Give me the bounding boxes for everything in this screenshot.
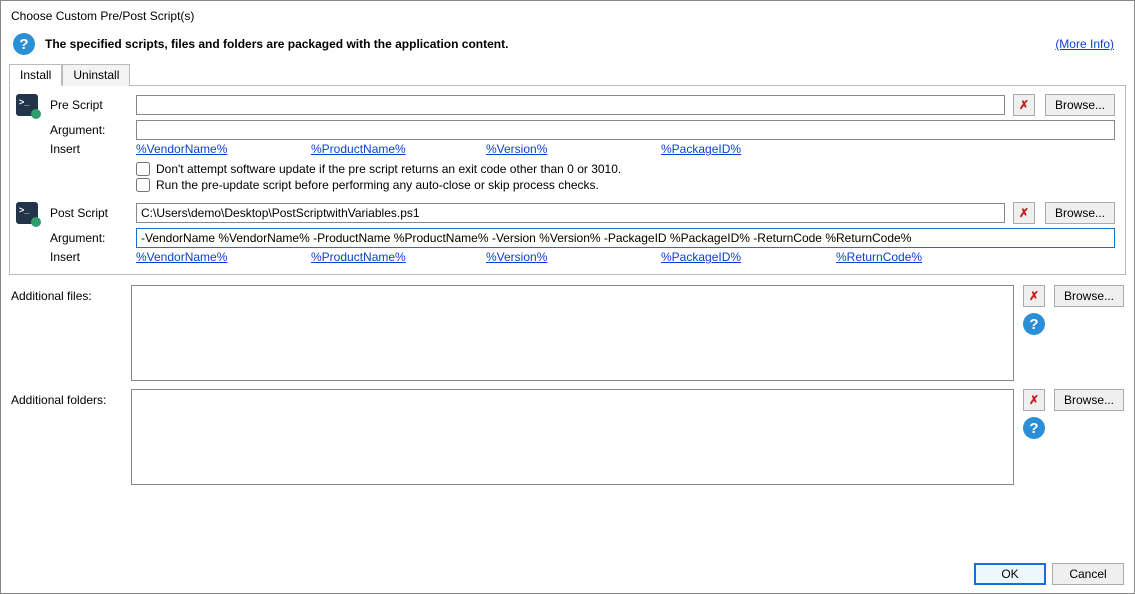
- delete-icon: ✗: [1029, 393, 1039, 407]
- post-insert-packageid[interactable]: %PackageID%: [661, 250, 836, 264]
- pre-check-runbefore-box[interactable]: [136, 178, 150, 192]
- additional-folders-clear-button[interactable]: ✗: [1023, 389, 1045, 411]
- pre-script-label: Pre Script: [50, 98, 128, 112]
- pre-script-browse-button[interactable]: Browse...: [1045, 94, 1115, 116]
- powershell-icon: [16, 202, 38, 224]
- delete-icon: ✗: [1019, 98, 1029, 112]
- pre-check-runbefore-label: Run the pre-update script before perform…: [156, 178, 599, 192]
- ok-button[interactable]: OK: [974, 563, 1046, 585]
- help-icon[interactable]: ?: [1023, 313, 1045, 335]
- additional-files-label: Additional files:: [11, 285, 123, 303]
- pre-check-exitcode-label: Don't attempt software update if the pre…: [156, 162, 621, 176]
- window-title: Choose Custom Pre/Post Script(s): [1, 1, 1134, 29]
- pre-argument-input[interactable]: [136, 120, 1115, 140]
- additional-files-input[interactable]: [131, 285, 1014, 381]
- post-insert-vendorname[interactable]: %VendorName%: [136, 250, 311, 264]
- pre-insert-productname[interactable]: %ProductName%: [311, 142, 486, 156]
- post-script-clear-button[interactable]: ✗: [1013, 202, 1035, 224]
- additional-files-browse-button[interactable]: Browse...: [1054, 285, 1124, 307]
- pre-script-clear-button[interactable]: ✗: [1013, 94, 1035, 116]
- pre-check-runbefore[interactable]: Run the pre-update script before perform…: [136, 178, 1115, 192]
- additional-folders-label: Additional folders:: [11, 389, 123, 407]
- pre-insert-label: Insert: [50, 142, 128, 156]
- post-insert-returncode[interactable]: %ReturnCode%: [836, 250, 1011, 264]
- install-panel: Pre Script ✗ Browse... Argument: Insert …: [9, 85, 1126, 275]
- info-icon: ?: [13, 33, 35, 55]
- tab-uninstall[interactable]: Uninstall: [62, 64, 130, 86]
- post-script-input[interactable]: [136, 203, 1005, 223]
- help-icon[interactable]: ?: [1023, 417, 1045, 439]
- post-insert-productname[interactable]: %ProductName%: [311, 250, 486, 264]
- info-text: The specified scripts, files and folders…: [45, 37, 1055, 51]
- powershell-icon: [16, 94, 38, 116]
- pre-insert-packageid[interactable]: %PackageID%: [661, 142, 836, 156]
- post-insert-version[interactable]: %Version%: [486, 250, 661, 264]
- cancel-button[interactable]: Cancel: [1052, 563, 1124, 585]
- delete-icon: ✗: [1019, 206, 1029, 220]
- post-insert-label: Insert: [50, 250, 128, 264]
- additional-folders-browse-button[interactable]: Browse...: [1054, 389, 1124, 411]
- post-argument-input[interactable]: [136, 228, 1115, 248]
- tab-install[interactable]: Install: [9, 64, 62, 86]
- more-info-link[interactable]: (More Info): [1055, 37, 1122, 51]
- additional-folders-input[interactable]: [131, 389, 1014, 485]
- pre-script-input[interactable]: [136, 95, 1005, 115]
- pre-insert-vendorname[interactable]: %VendorName%: [136, 142, 311, 156]
- pre-check-exitcode-box[interactable]: [136, 162, 150, 176]
- additional-files-clear-button[interactable]: ✗: [1023, 285, 1045, 307]
- pre-argument-label: Argument:: [50, 123, 128, 137]
- post-script-browse-button[interactable]: Browse...: [1045, 202, 1115, 224]
- pre-check-exitcode[interactable]: Don't attempt software update if the pre…: [136, 162, 1115, 176]
- delete-icon: ✗: [1029, 289, 1039, 303]
- post-argument-label: Argument:: [50, 231, 128, 245]
- post-script-label: Post Script: [50, 206, 128, 220]
- pre-insert-version[interactable]: %Version%: [486, 142, 661, 156]
